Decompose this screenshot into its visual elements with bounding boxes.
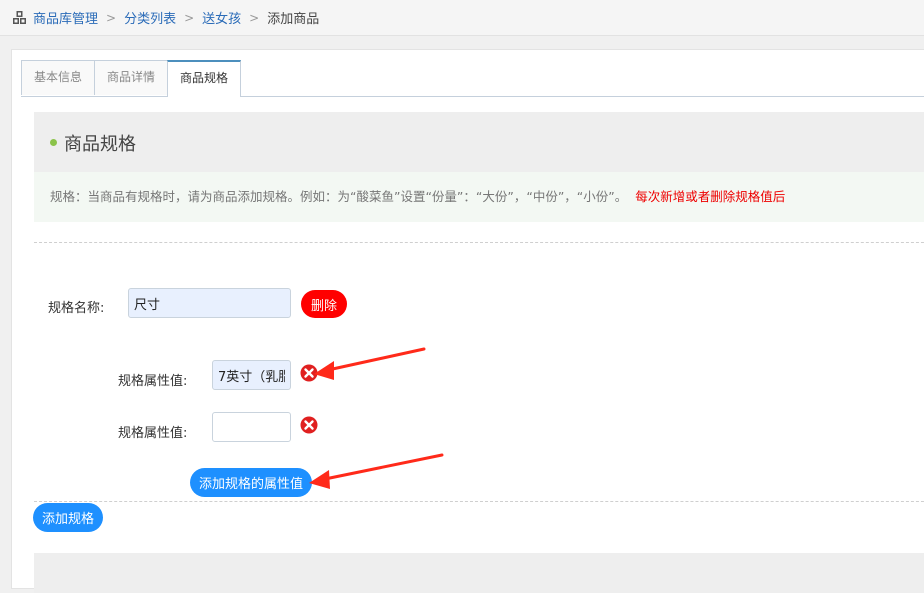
breadcrumb-link-category[interactable]: 送女孩 — [202, 8, 241, 27]
breadcrumb-link-category-list[interactable]: 分类列表 — [124, 8, 176, 27]
delete-spec-button[interactable]: 删除 — [301, 290, 348, 318]
spec-attr-label: 规格属性值: — [118, 374, 188, 389]
tab-product-spec[interactable]: 商品规格 — [167, 60, 242, 97]
spec-tip: 规格：当商品有规格时，请为商品添加规格。例如：为“酸菜鱼”设置“份量”：“大份”… — [34, 172, 924, 222]
tab-basic-info[interactable]: 基本信息 — [21, 60, 96, 95]
remove-attr-icon[interactable] — [300, 416, 318, 434]
tab-bar: 基本信息 商品详情 商品规格 — [21, 60, 242, 97]
spec-section-header: 商品规格 — [34, 112, 924, 172]
add-attr-value-button[interactable]: 添加规格的属性值 — [190, 468, 313, 497]
remove-attr-icon[interactable] — [300, 364, 318, 382]
spec-name-input[interactable] — [128, 288, 291, 318]
bullet-dot-icon — [50, 139, 57, 146]
spec-tip-text: 规格：当商品有规格时，请为商品添加规格。例如：为“酸菜鱼”设置“份量”：“大份”… — [50, 189, 628, 204]
cubes-icon — [13, 10, 26, 24]
chevron-right-icon: > — [249, 10, 260, 25]
chevron-right-icon: > — [184, 10, 195, 25]
add-spec-button[interactable]: 添加规格 — [33, 503, 104, 532]
breadcrumb-current: 添加商品 — [267, 12, 320, 27]
main-panel: 基本信息 商品详情 商品规格 商品规格 规格：当商品有规格时，请为商品添加规格。… — [11, 49, 924, 593]
divider — [34, 242, 924, 243]
spec-name-label: 规格名称: — [48, 301, 105, 316]
divider — [34, 501, 924, 502]
section-footer — [34, 553, 924, 593]
spec-attr-input[interactable] — [212, 360, 291, 390]
tab-product-details[interactable]: 商品详情 — [94, 60, 169, 95]
spec-attr-label: 规格属性值: — [118, 426, 188, 441]
breadcrumb-link-product-library[interactable]: 商品库管理 — [33, 8, 98, 27]
spec-attr-input[interactable] — [212, 412, 291, 442]
spec-tip-warning: 每次新增或者删除规格值后 — [635, 189, 786, 204]
spec-section-title: 商品规格 — [64, 134, 136, 155]
chevron-right-icon: > — [106, 10, 117, 25]
breadcrumb: 商品库管理 > 分类列表 > 送女孩 > 添加商品 — [0, 0, 924, 36]
tab-divider — [21, 96, 924, 97]
